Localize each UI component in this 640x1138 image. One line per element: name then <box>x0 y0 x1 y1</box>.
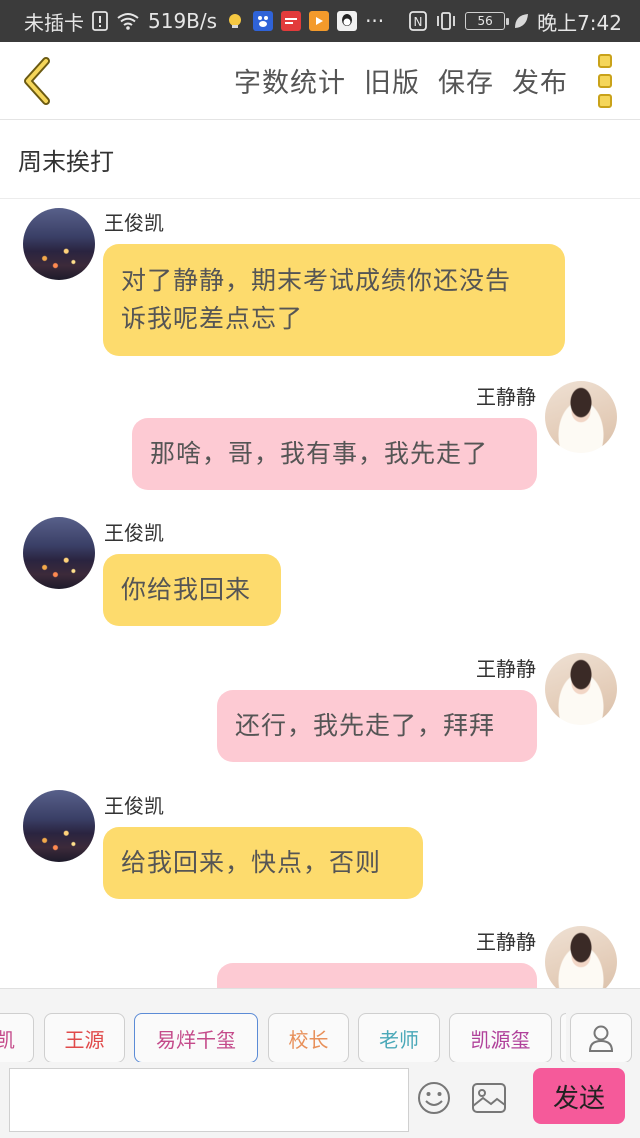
story-title[interactable]: 周末挨打 <box>0 121 640 199</box>
role-chip-label: 凯 <box>0 1027 15 1052</box>
chevron-left-icon <box>24 56 50 105</box>
avatar[interactable] <box>545 926 617 988</box>
message-bubble[interactable]: 那啥，哥，我有事，我先走了 <box>132 418 537 490</box>
role-chip-label: 王源 <box>64 1027 105 1052</box>
toolbar-actions: 字数统计 旧版 保存 发布 <box>234 61 568 100</box>
back-button[interactable] <box>2 42 72 120</box>
message-bubble[interactable]: 对了静静，期末考试成绩你还没告 诉我呢差点忘了 <box>103 244 565 356</box>
news-icon <box>281 11 302 31</box>
message-bubble[interactable]: 还行，我先走了，拜拜 <box>217 690 537 762</box>
menu-dot-icon <box>598 93 612 108</box>
avatar[interactable] <box>23 790 95 862</box>
menu-dot-icon <box>598 53 612 68</box>
role-chip-label: 凯源玺 <box>470 1027 531 1052</box>
message-bubble[interactable]: 给我回来，快点，否则 <box>103 827 423 899</box>
sender-name: 王静静 <box>476 657 536 681</box>
baidu-icon <box>253 11 274 31</box>
qq-icon <box>337 11 358 31</box>
emoji-icon <box>418 1082 450 1114</box>
role-chip[interactable]: 老师 <box>358 1013 440 1063</box>
status-right: N 56 晚上7:42 <box>409 7 622 36</box>
avatar[interactable] <box>545 653 617 725</box>
emoji-button[interactable] <box>416 1080 452 1116</box>
more-menu-button[interactable] <box>582 42 628 120</box>
leaf-icon <box>513 12 529 30</box>
bulb-icon <box>225 11 245 31</box>
message-line: 对了静静，期末考试成绩你还没告 <box>121 266 512 295</box>
status-bar: 未插卡 519B/s ··· N 56 晚上7:42 <box>0 0 640 42</box>
input-bar: 发送 <box>0 1062 640 1138</box>
message-line: 你给我回来 <box>121 575 252 604</box>
role-chip-label: 校长 <box>288 1027 329 1052</box>
word-count-button[interactable]: 字数统计 <box>234 61 346 100</box>
menu-dot-icon <box>598 73 612 88</box>
svg-text:N: N <box>414 15 423 29</box>
sender-name: 王静静 <box>476 385 536 409</box>
network-speed: 519B/s <box>148 9 218 33</box>
role-chip[interactable] <box>560 1013 566 1063</box>
sender-name: 王俊凯 <box>104 211 164 235</box>
save-button[interactable]: 保存 <box>438 61 494 100</box>
publish-button[interactable]: 发布 <box>512 61 568 100</box>
status-left: 未插卡 519B/s ··· <box>24 7 384 36</box>
role-chip-label: 易烊千玺 <box>156 1027 236 1052</box>
sim-alert-icon <box>92 11 108 31</box>
message-line: 给我回来，快点，否则 <box>121 848 382 877</box>
sender-name: 王俊凯 <box>104 521 164 545</box>
battery-indicator: 56 <box>465 12 510 30</box>
video-icon <box>309 11 330 31</box>
sender-name: 王俊凯 <box>104 794 164 818</box>
role-chip-selected[interactable]: 易烊千玺 <box>134 1013 258 1063</box>
avatar[interactable] <box>23 517 95 589</box>
message-input[interactable] <box>9 1068 409 1132</box>
role-manage-button[interactable] <box>570 1013 632 1063</box>
message-line: 那啥，哥，我有事，我先走了 <box>150 439 489 468</box>
avatar[interactable] <box>545 381 617 453</box>
role-chip[interactable]: 凯源玺 <box>449 1013 552 1063</box>
sender-name: 王静静 <box>476 930 536 954</box>
person-icon <box>588 1025 614 1052</box>
wifi-icon <box>116 12 140 30</box>
role-chip[interactable]: 王源 <box>44 1013 125 1063</box>
vibrate-icon <box>435 11 457 31</box>
avatar[interactable] <box>23 208 95 280</box>
role-chip-label: 老师 <box>379 1027 419 1052</box>
chat-area[interactable]: 王俊凯 对了静静，期末考试成绩你还没告 诉我呢差点忘了 王静静 那啥，哥，我有事… <box>0 199 640 988</box>
clock-time: 晚上7:42 <box>537 10 622 35</box>
editor-toolbar: 字数统计 旧版 保存 发布 <box>0 42 640 120</box>
role-chip[interactable]: 校长 <box>268 1013 349 1063</box>
role-chip[interactable]: 凯 <box>0 1013 34 1063</box>
carrier-text: 未插卡 <box>24 10 84 35</box>
message-line: 诉我呢差点忘了 <box>121 304 304 333</box>
message-bubble[interactable] <box>217 963 537 988</box>
role-selector: 凯 王源 易烊千玺 校长 老师 凯源玺 <box>0 988 640 1063</box>
old-version-button[interactable]: 旧版 <box>364 61 420 100</box>
image-button[interactable] <box>470 1080 508 1116</box>
more-notifications: ··· <box>365 9 385 33</box>
nfc-icon: N <box>409 11 427 31</box>
message-bubble[interactable]: 你给我回来 <box>103 554 281 626</box>
image-icon <box>472 1083 506 1113</box>
send-button[interactable]: 发送 <box>533 1068 625 1124</box>
story-title-text: 周末挨打 <box>18 148 114 176</box>
message-line: 还行，我先走了，拜拜 <box>235 711 496 740</box>
